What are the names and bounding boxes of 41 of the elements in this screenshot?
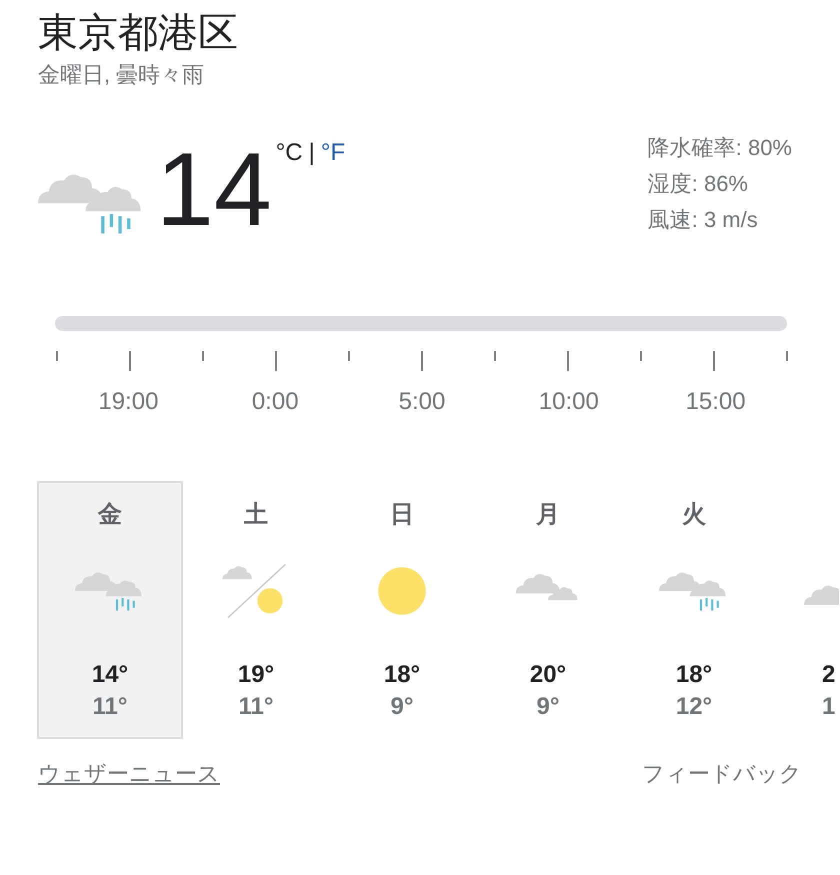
weather-news-link[interactable]: ウェザーニュース	[38, 759, 220, 789]
day-name: 火	[682, 501, 706, 528]
celsius-unit[interactable]: °C	[276, 138, 303, 168]
day-forecast[interactable]: 火 18° 12°	[621, 481, 767, 739]
high-temperature: 2	[822, 660, 836, 690]
day-forecast[interactable]: 土 19° 11°	[183, 481, 329, 739]
location-title: 東京都港区	[38, 10, 239, 57]
low-temperature: 12°	[676, 692, 712, 722]
day-forecast[interactable]: 日 18° 9°	[329, 481, 475, 739]
time-label: 19:00	[97, 387, 160, 417]
low-temperature: 11°	[92, 692, 128, 722]
high-temperature: 19°	[238, 660, 274, 690]
day-name: 金	[98, 501, 122, 528]
day-name: 日	[390, 501, 414, 528]
time-label: 15:00	[684, 387, 747, 417]
day-forecast[interactable]: 月 20° 9°	[475, 481, 621, 739]
unit-separator: |	[308, 138, 315, 168]
fahrenheit-link[interactable]: °F	[320, 138, 346, 168]
day-name: 月	[536, 501, 560, 528]
high-temperature: 14°	[92, 660, 128, 690]
low-temperature: 9°	[536, 692, 560, 722]
day-name: 土	[244, 501, 268, 528]
weather-detail: 風速: 3 m/s	[648, 206, 759, 234]
timeline-track[interactable]	[55, 316, 787, 331]
high-temperature: 20°	[530, 660, 566, 690]
low-temperature: 9°	[390, 692, 414, 722]
high-temperature: 18°	[676, 660, 712, 690]
low-temperature: 11°	[238, 692, 274, 722]
high-temperature: 18°	[384, 660, 420, 690]
time-label: 10:00	[538, 387, 600, 417]
current-temperature: 14	[156, 138, 272, 250]
day-forecast[interactable]: 金 14° 11°	[37, 481, 183, 739]
cloud-icon	[804, 582, 839, 606]
day-forecast[interactable]: 2 1	[767, 481, 840, 739]
time-label: 5:00	[398, 387, 446, 417]
weather-detail: 湿度: 86%	[648, 170, 749, 198]
time-label: 0:00	[250, 387, 300, 417]
feedback-link[interactable]: フィードバック	[642, 759, 802, 789]
weather-detail: 降水確率: 80%	[648, 134, 792, 162]
low-temperature: 1	[822, 692, 836, 722]
weather-summary: 金曜日, 曇時々雨	[38, 61, 206, 89]
